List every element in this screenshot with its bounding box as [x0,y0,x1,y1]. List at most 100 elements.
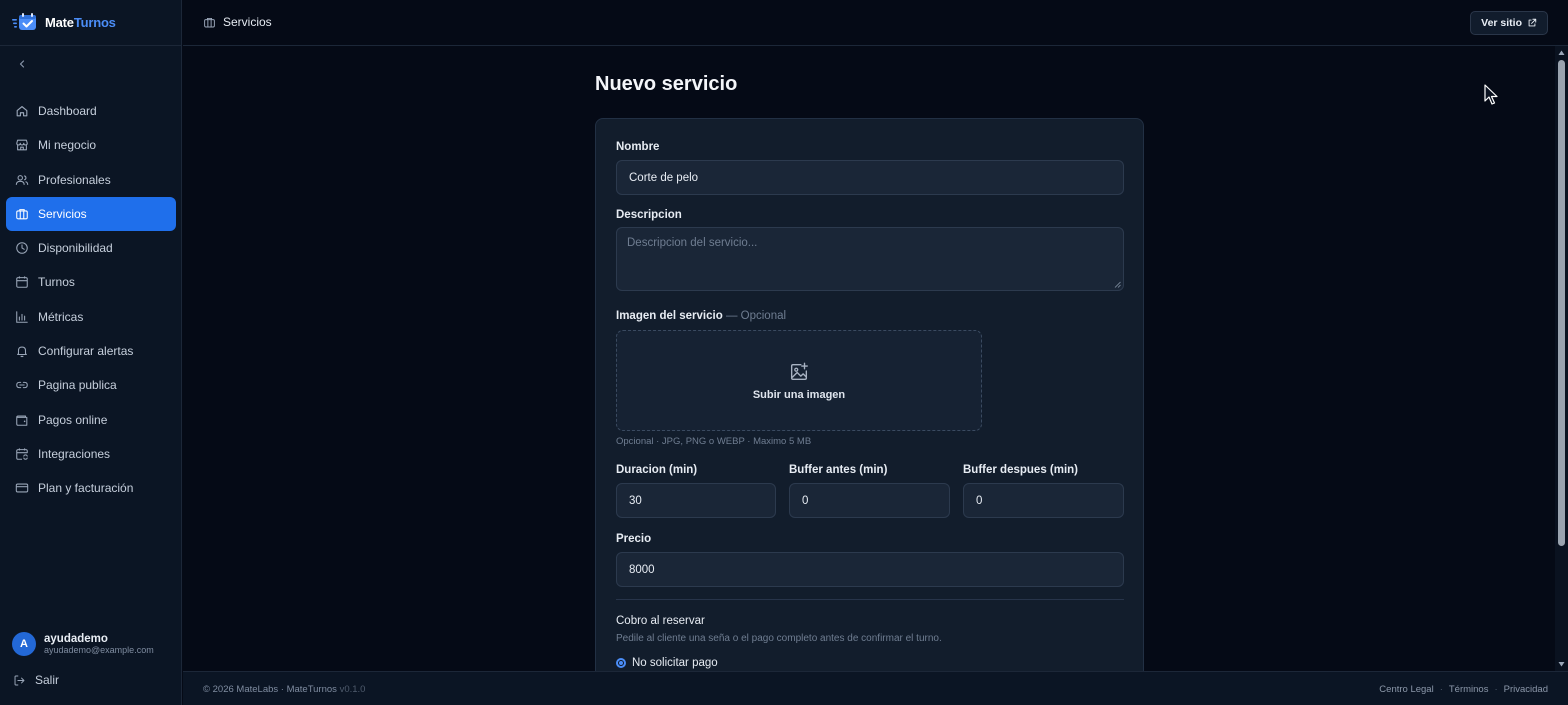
logout-button[interactable]: Salir [13,673,59,687]
sidebar-item-dashboard[interactable]: Dashboard [6,94,176,128]
user-name: ayudademo [44,632,108,645]
brand-name: MateTurnos [45,14,116,30]
sidebar-item-profesionales[interactable]: Profesionales [6,163,176,197]
breadcrumb-label: Servicios [223,15,272,29]
page-title: Nuevo servicio [595,73,738,95]
top-header: Servicios Ver sitio [183,0,1568,46]
logout-icon [14,675,25,685]
bell-icon [17,346,27,358]
sidebar-item-plan-facturacion[interactable]: Plan y facturación [6,471,176,505]
buffer-after-label: Buffer despues (min) [963,464,1079,476]
briefcase-icon [204,17,215,27]
sidebar-item-servicios[interactable]: Servicios [6,196,176,231]
view-site-label: Ver sitio [1481,17,1522,29]
upload-hint: Opcional · JPG, PNG o WEBP · Maximo 5 MB [616,436,812,447]
footer-link-privacy[interactable]: Privacidad [1504,684,1548,695]
page-footer: © 2026 MateLabs · MateTurnos v0.1.0 Cent… [183,671,1568,705]
bar-chart-icon [16,311,28,323]
sidebar-item-turnos[interactable]: Turnos [6,265,176,299]
sidebar-item-label: Dashboard [38,104,97,118]
logout-label: Salir [35,673,60,687]
footer-link-legal[interactable]: Centro Legal [1379,684,1433,695]
user-email: ayudademo@example.com [44,644,154,655]
charge-option-label: No solicitar pago [632,657,718,669]
duration-input[interactable]: 30 [616,483,776,518]
sidebar-item-label: Métricas [38,309,84,324]
buffer-before-input[interactable]: 0 [789,483,950,518]
footer-separator: · [1439,684,1443,695]
sidebar-nav: Dashboard Mi negocio Profesionales Servi… [6,94,176,506]
brand-divider [0,45,182,46]
sidebar-item-label: Servicios [38,206,87,221]
calendar-icon [16,276,28,289]
view-site-button[interactable]: Ver sitio [1470,11,1548,35]
avatar: A [12,632,36,656]
sidebar-item-label: Turnos [38,275,75,290]
charge-option-none[interactable]: No solicitar pago [616,657,718,669]
calendar-sync-icon [16,448,28,460]
sidebar-item-label: Pagos online [38,412,108,427]
sidebar-item-label: Plan y facturación [38,481,134,496]
footer-copyright: © 2026 MateLabs · MateTurnos v0.1.0 [203,684,366,695]
description-label: Descripcion [616,209,682,221]
price-label: Precio [616,533,652,545]
service-form-card: Nombre Corte de pelo Descripcion Descrip… [595,118,1144,688]
charge-description: Pedile al cliente una seña o el pago com… [616,633,942,644]
sidebar-item-disponibilidad[interactable]: Disponibilidad [6,231,176,265]
sidebar-item-pagina-publica[interactable]: Pagina publica [6,368,176,402]
footer-separator: · [1494,684,1498,695]
store-icon [16,139,28,151]
buffer-after-input[interactable]: 0 [963,483,1124,518]
mouse-cursor-icon [1484,84,1498,105]
radio-selected[interactable] [616,658,626,668]
resize-grip-icon[interactable] [1114,281,1121,288]
sidebar: MateTurnos Dashboard Mi negocio Profesio… [0,0,182,705]
collapse-sidebar-button[interactable] [14,56,30,72]
credit-card-icon [15,483,29,493]
sidebar-item-integraciones[interactable]: Integraciones [6,437,176,471]
upload-label: Subir una imagen [752,388,846,401]
home-icon [16,106,28,117]
description-placeholder: Descripcion del servicio... [627,237,758,249]
sidebar-item-label: Disponibilidad [38,241,113,256]
sidebar-item-label: Mi negocio [38,138,97,153]
image-upload-dropzone[interactable]: Subir una imagen [616,330,982,431]
users-icon [15,174,29,185]
sidebar-item-pagos-online[interactable]: Pagos online [6,403,176,437]
sidebar-item-label: Profesionales [38,172,111,187]
description-textarea[interactable]: Descripcion del servicio... [616,227,1124,291]
sidebar-item-mi-negocio[interactable]: Mi negocio [6,128,176,162]
sidebar-item-metricas[interactable]: Métricas [6,300,176,334]
link-icon [16,382,28,389]
breadcrumb: Servicios [203,15,272,29]
app-version: v0.1.0 [339,684,366,695]
name-label: Nombre [616,141,660,153]
image-label: Imagen del servicio — Opcional [616,310,787,322]
brand-logo[interactable]: MateTurnos [12,11,116,33]
page-scrollbar[interactable] [1555,46,1568,671]
footer-link-terms[interactable]: Términos [1449,684,1489,695]
sidebar-item-label: Integraciones [38,446,111,461]
name-input[interactable]: Corte de pelo [616,160,1124,195]
footer-links: Centro Legal · Términos · Privacidad [1379,684,1548,695]
image-plus-icon [790,362,808,380]
image-optional-tag: — Opcional [725,310,787,322]
sidebar-item-label: Pagina publica [38,378,117,393]
scroll-down-arrow-icon[interactable] [1558,661,1565,667]
price-input[interactable]: 8000 [616,552,1124,587]
section-divider [616,599,1124,600]
scroll-up-arrow-icon[interactable] [1558,50,1565,56]
briefcase-icon [16,208,28,220]
chevron-left-icon [19,60,25,68]
wallet-icon [16,415,28,426]
sidebar-item-label: Configurar alertas [38,344,134,359]
duration-label: Duracion (min) [616,464,698,476]
clock-icon [16,242,28,254]
external-link-icon [1528,18,1537,27]
scrollbar-thumb[interactable] [1558,60,1565,546]
buffer-before-label: Buffer antes (min) [789,464,888,476]
logo-icon [12,12,38,32]
user-profile[interactable]: A ayudademo ayudademo@example.com [12,632,154,656]
sidebar-item-configurar-alertas[interactable]: Configurar alertas [6,334,176,368]
charge-title: Cobro al reservar [616,615,705,627]
